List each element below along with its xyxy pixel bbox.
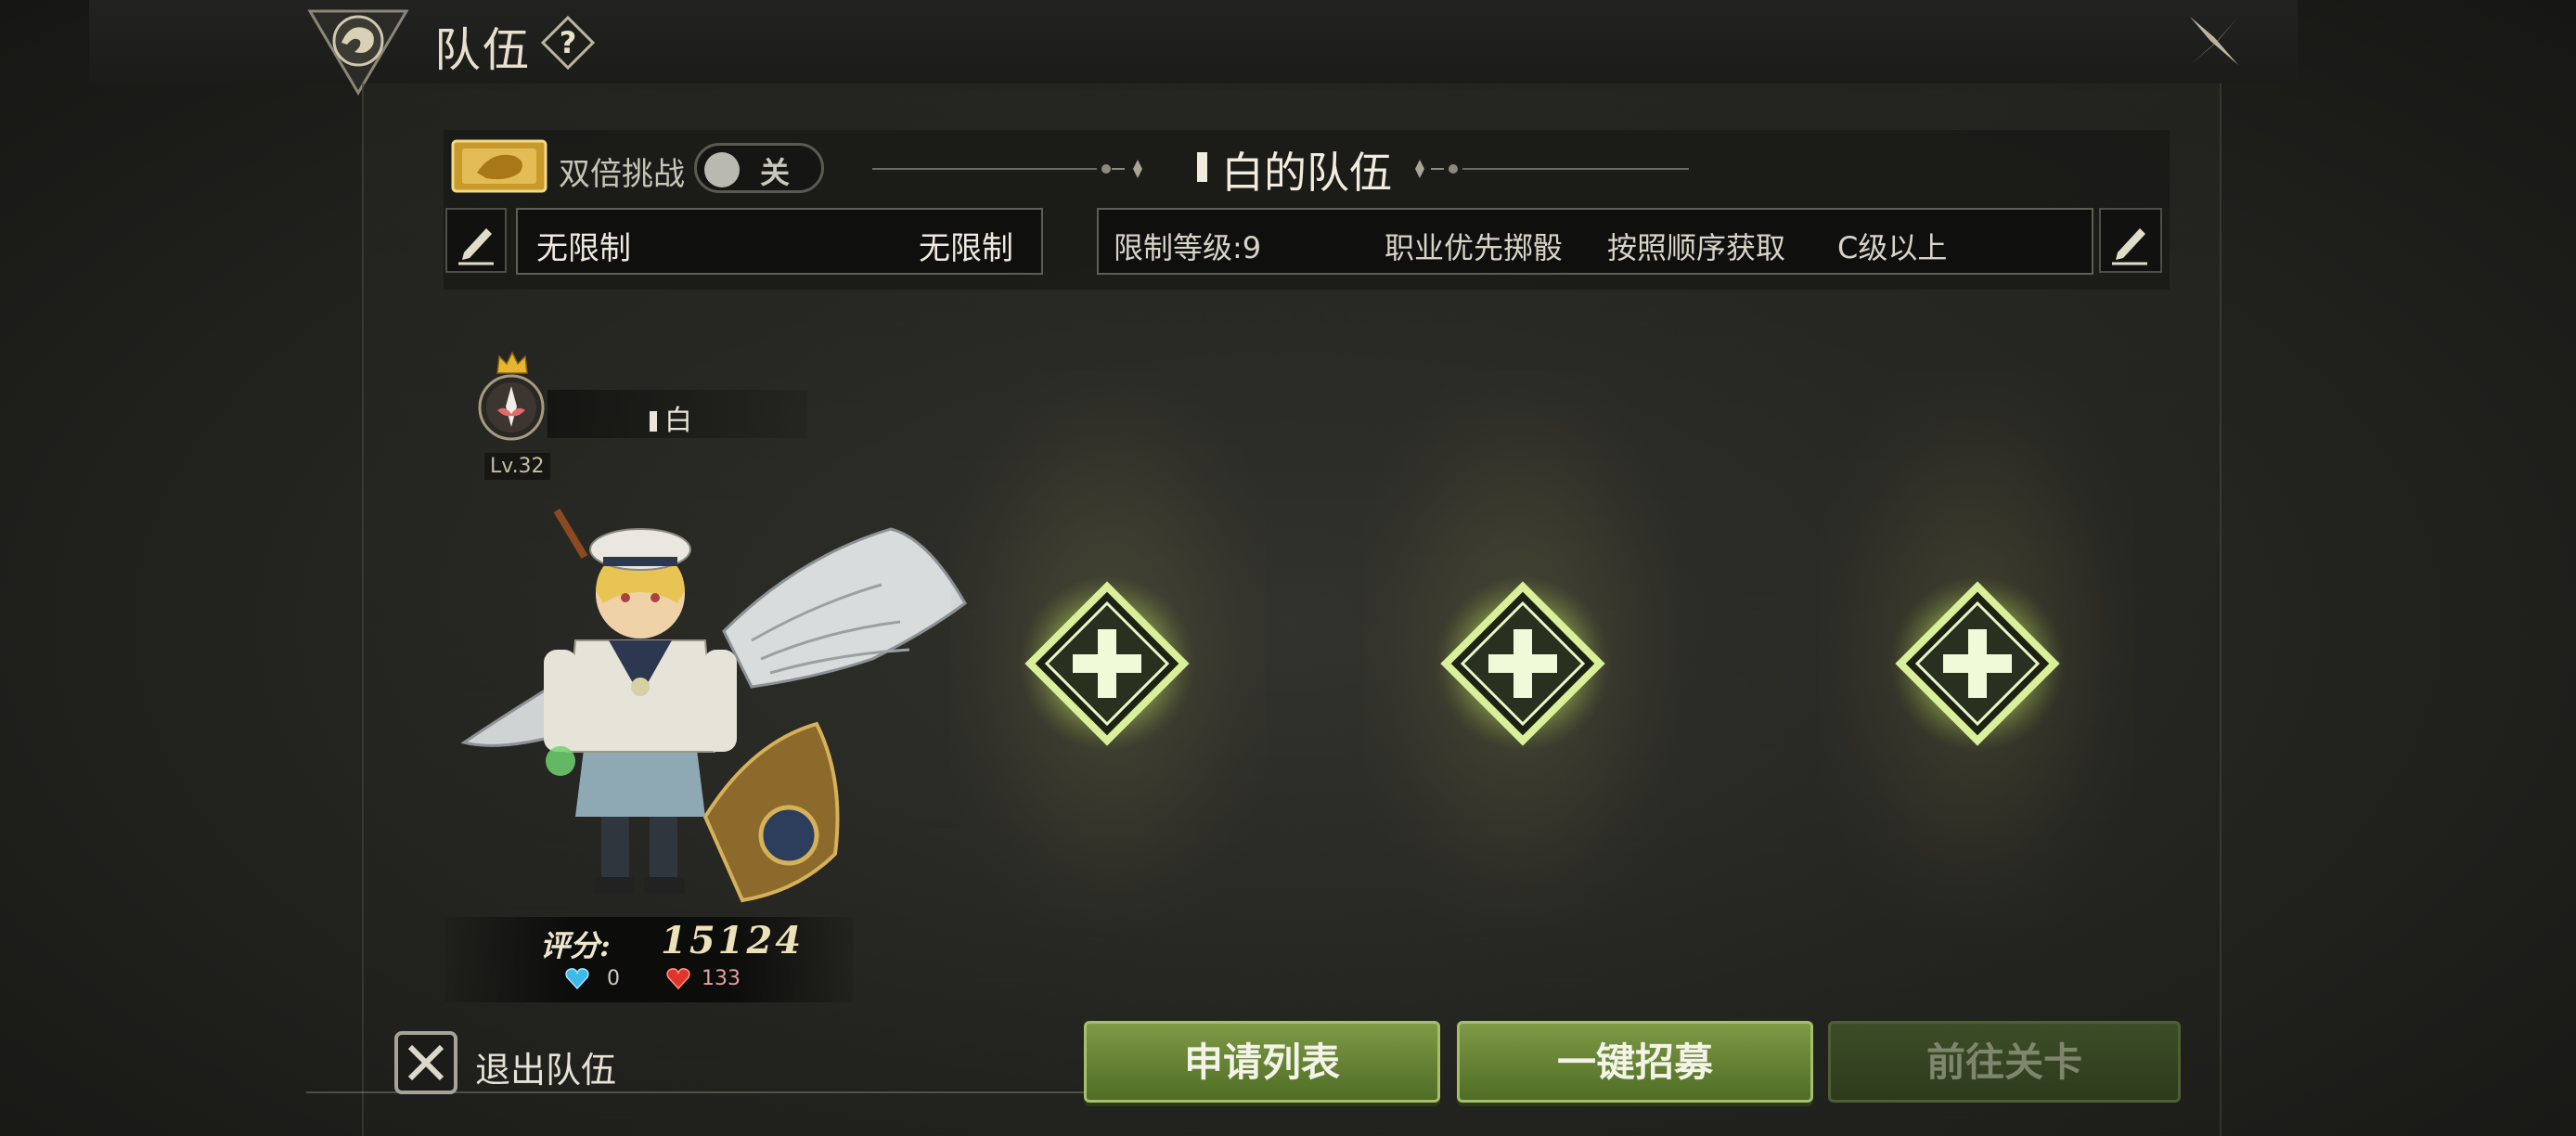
pencil-icon xyxy=(2112,228,2147,265)
quick-recruit-button[interactable]: 一键招募 xyxy=(1457,1021,1813,1103)
member-name: 白 xyxy=(650,397,692,438)
member-name-text: 白 xyxy=(664,405,692,437)
loot-condition-field[interactable]: 无限制 无限制 xyxy=(516,208,1043,275)
add-member-button[interactable] xyxy=(1019,575,1195,752)
top-bar xyxy=(89,0,2298,84)
double-challenge-label: 双倍挑战 xyxy=(559,156,685,193)
class-emblem-icon xyxy=(478,374,545,441)
double-ticket-icon xyxy=(451,139,547,193)
edit-conditions-button[interactable] xyxy=(445,208,507,273)
red-heart-count: 133 xyxy=(702,967,741,990)
grade-rule: C级以上 xyxy=(1837,230,1948,265)
blue-heart-count: 0 xyxy=(607,967,620,990)
score-label: 评分: xyxy=(540,928,611,963)
toggle-state-label: 关 xyxy=(760,155,791,190)
close-icon[interactable] xyxy=(2181,7,2248,74)
svg-text:?: ? xyxy=(560,25,577,60)
toggle-knob xyxy=(704,152,740,187)
dice-rule: 职业优先掷骰 xyxy=(1385,230,1564,265)
blue-heart-icon xyxy=(565,968,589,990)
red-heart-icon xyxy=(666,968,690,990)
condition-item: 无限制 xyxy=(919,230,1013,267)
team-rules-field[interactable]: 限制等级:9 职业优先掷骰 按照顺序获取 C级以上 xyxy=(1097,208,2093,275)
score-value: 15124 xyxy=(661,919,805,962)
double-challenge-toggle[interactable]: 关 xyxy=(694,143,824,193)
go-to-stage-button[interactable]: 前往关卡 xyxy=(1828,1021,2181,1103)
apply-list-button[interactable]: 申请列表 xyxy=(1084,1021,1440,1103)
condition-item: 无限制 xyxy=(536,230,631,267)
character-model[interactable] xyxy=(445,501,1002,928)
level-limit: 限制等级:9 xyxy=(1114,230,1262,265)
add-member-button[interactable] xyxy=(1435,575,1611,752)
team-name: 白的队伍 xyxy=(1221,148,1392,198)
dragon-emblem-icon xyxy=(307,9,409,96)
add-member-button[interactable] xyxy=(1889,575,2066,752)
exit-team-label[interactable]: 退出队伍 xyxy=(475,1041,616,1092)
loot-order-rule: 按照顺序获取 xyxy=(1607,230,1786,265)
exit-team-icon[interactable] xyxy=(393,1030,458,1095)
member-level: Lv.32 xyxy=(484,453,550,480)
help-icon[interactable]: ? xyxy=(540,15,596,71)
page-title: 队伍 xyxy=(434,23,531,77)
pencil-icon xyxy=(458,228,494,265)
edit-rules-button[interactable] xyxy=(2099,208,2162,273)
